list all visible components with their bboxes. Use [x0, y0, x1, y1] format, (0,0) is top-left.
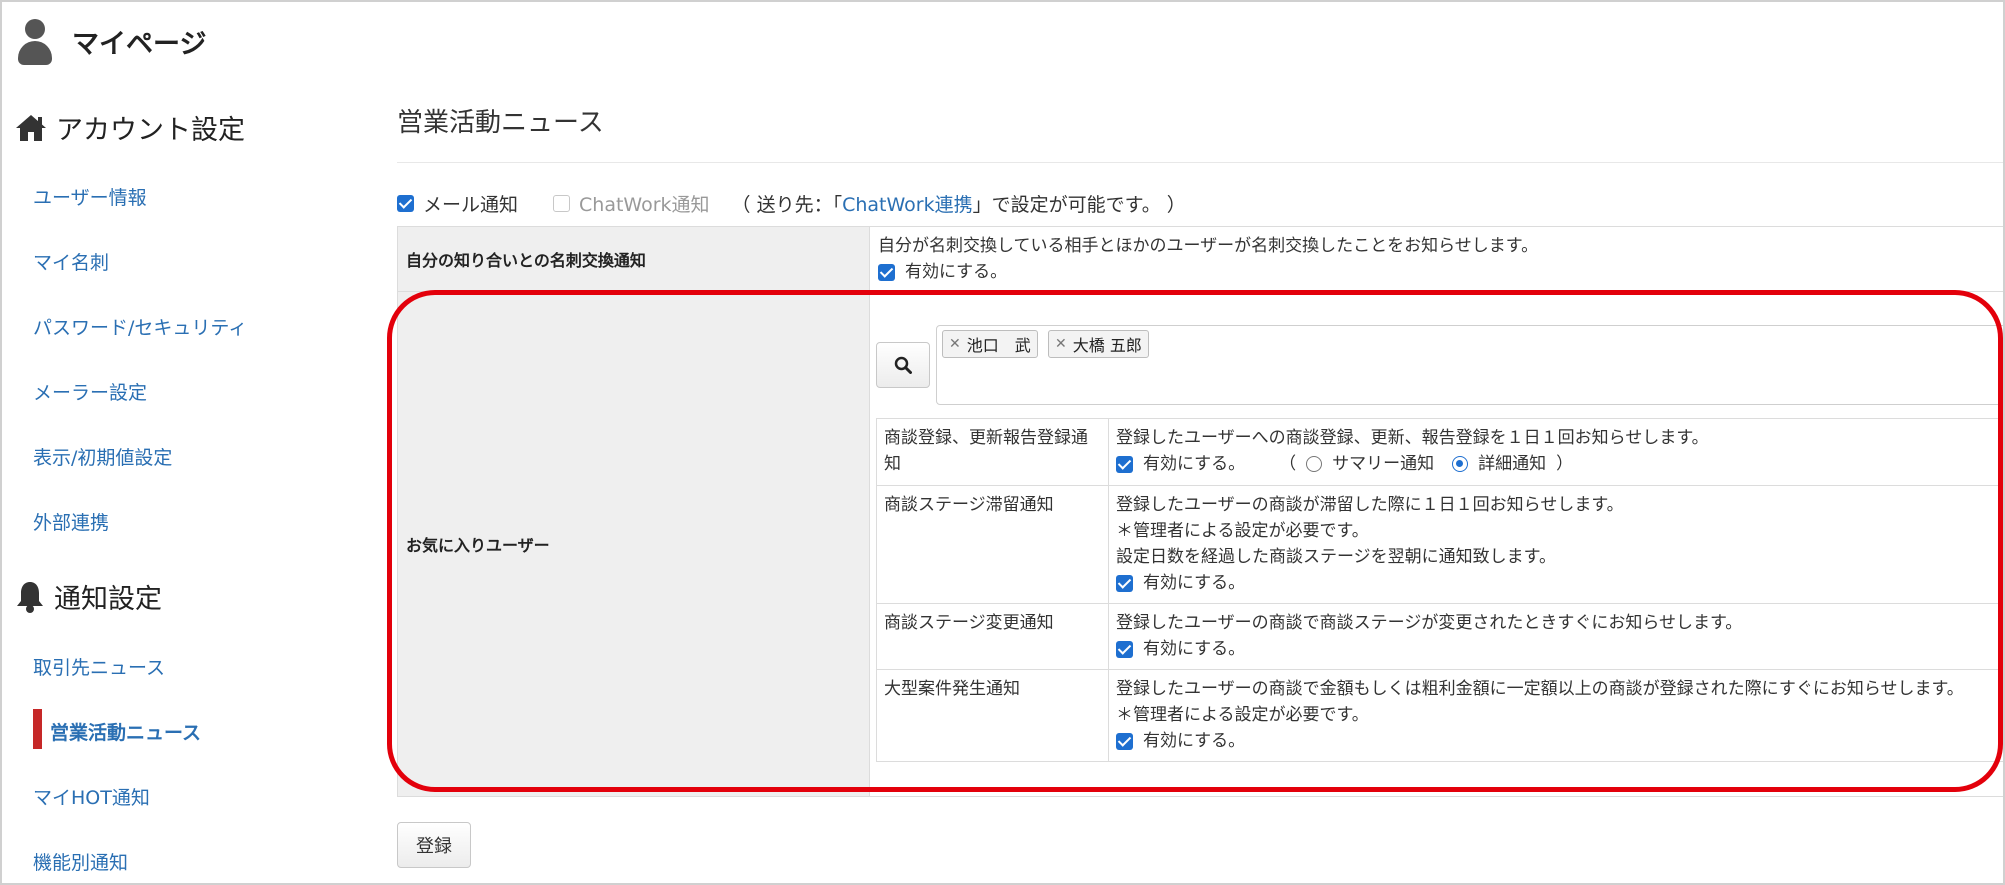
enable-checkbox[interactable]: [1116, 732, 1133, 750]
home-icon: [16, 114, 46, 141]
favorites-value: ✕ 池口 武 ✕ 大橋 五郎 商談登録、更新報告登録通知 登録したユーザーへの商…: [869, 291, 2003, 797]
remove-tag-icon[interactable]: ✕: [1055, 336, 1067, 352]
user-icon: [16, 17, 54, 65]
notify-detail: 登録したユーザーへの商談登録、更新、報告登録を１日１回お知らせします。 有効にす…: [1108, 418, 2003, 486]
card-exchange-value: 自分が名刺交換している相手とほかのユーザーが名刺交換したことをお知らせします。 …: [869, 226, 2003, 292]
account-settings-heading: アカウント設定: [14, 108, 245, 147]
active-indicator: [33, 709, 42, 749]
card-exchange-row: 自分の知り合いとの名刺交換通知 自分が名刺交換している相手とほかのユーザーが名刺…: [397, 226, 2003, 292]
chatwork-notify-label: ChatWork通知: [579, 194, 710, 216]
user-tag: ✕ 大橋 五郎: [1048, 330, 1149, 358]
notify-channel-row: メール通知 ChatWork通知 （ 送り先：「 ChatWork連携 」で設定…: [397, 190, 1186, 217]
remove-tag-icon[interactable]: ✕: [949, 336, 961, 352]
notify-detail: 登録したユーザーの商談が滞留した際に１日１回お知らせします。 ＊管理者による設定…: [1108, 485, 2003, 604]
chatwork-notify-checkbox[interactable]: [553, 195, 571, 212]
page-header: マイページ: [16, 16, 206, 66]
user-tag: ✕ 池口 武: [942, 330, 1038, 358]
detail-label: 詳細通知: [1478, 454, 1547, 474]
sidebar-item-display-defaults[interactable]: 表示/初期値設定: [33, 443, 172, 470]
sidebar-item-sales-news[interactable]: 営業活動ニュース: [50, 718, 201, 745]
chatwork-link[interactable]: ChatWork連携: [842, 190, 973, 217]
page-title: マイページ: [72, 28, 207, 60]
sidebar-item-my-card[interactable]: マイ名刺: [33, 248, 109, 275]
sidebar-item-mailer-settings[interactable]: メーラー設定: [33, 378, 147, 405]
notification-settings-heading: 通知設定: [14, 577, 162, 616]
notify-name: 大型案件発生通知: [876, 669, 1109, 762]
search-icon: [894, 356, 912, 374]
sidebar-item-user-info[interactable]: ユーザー情報: [33, 183, 147, 210]
enable-checkbox[interactable]: [1116, 640, 1133, 658]
notify-detail: 登録したユーザーの商談で金額もしくは粗利金額に一定額以上の商談が登録された際にす…: [1108, 669, 2003, 762]
table-row: 商談ステージ滞留通知 登録したユーザーの商談が滞留した際に１日１回お知らせします…: [876, 485, 2003, 604]
favorites-notify-table: 商談登録、更新報告登録通知 登録したユーザーへの商談登録、更新、報告登録を１日１…: [876, 418, 2003, 762]
notify-name: 商談ステージ滞留通知: [876, 485, 1109, 604]
sidebar-item-password-security[interactable]: パスワード/セキュリティ: [33, 313, 247, 340]
card-exchange-label: 自分の知り合いとの名刺交換通知: [397, 226, 870, 292]
mail-notify-label: メール通知: [423, 194, 519, 216]
selected-users-field[interactable]: ✕ 池口 武 ✕ 大橋 五郎: [936, 325, 2003, 405]
notify-name: 商談登録、更新報告登録通知: [876, 418, 1109, 486]
enable-checkbox[interactable]: [1116, 455, 1133, 473]
destination-prefix: （ 送り先：「: [731, 194, 843, 216]
table-row: 商談ステージ変更通知 登録したユーザーの商談で商談ステージが変更されたときすぐに…: [876, 603, 2003, 670]
favorites-label: お気に入りユーザー: [397, 291, 870, 797]
sidebar-item-my-hot[interactable]: マイHOT通知: [33, 783, 150, 810]
enable-checkbox[interactable]: [1116, 574, 1133, 592]
card-exchange-enable-row: 有効にする。: [878, 259, 1998, 285]
settings-table: 自分の知り合いとの名刺交換通知 自分が名刺交換している相手とほかのユーザーが名刺…: [397, 226, 2003, 797]
card-exchange-description: 自分が名刺交換している相手とほかのユーザーが名刺交換したことをお知らせします。: [878, 236, 1539, 256]
destination-suffix: 」で設定が可能です。 ）: [972, 194, 1186, 216]
detail-radio[interactable]: [1452, 456, 1469, 472]
summary-label: サマリー通知: [1332, 454, 1435, 474]
user-search-button[interactable]: [876, 342, 930, 388]
notify-detail: 登録したユーザーの商談で商談ステージが変更されたときすぐにお知らせします。 有効…: [1108, 603, 2003, 670]
sidebar-item-client-news[interactable]: 取引先ニュース: [33, 653, 165, 680]
summary-radio[interactable]: [1306, 456, 1323, 472]
notify-name: 商談ステージ変更通知: [876, 603, 1109, 670]
card-exchange-enable-checkbox[interactable]: [878, 263, 895, 281]
favorites-row: お気に入りユーザー ✕ 池口 武 ✕ 大橋 五郎 商談登録、更新報告登録通知 登…: [397, 291, 2003, 797]
page-frame: マイページ アカウント設定 ユーザー情報 マイ名刺 パスワード/セキュリティ メ…: [0, 0, 2005, 885]
divider: [397, 162, 2003, 163]
main-content: 営業活動ニュース メール通知 ChatWork通知 （ 送り先：「 ChatWo…: [397, 2, 2003, 883]
sidebar-item-feature-notify[interactable]: 機能別通知: [33, 848, 128, 875]
section-title: 営業活動ニュース: [397, 108, 604, 138]
table-row: 大型案件発生通知 登録したユーザーの商談で金額もしくは粗利金額に一定額以上の商談…: [876, 669, 2003, 762]
submit-button[interactable]: 登録: [397, 822, 471, 868]
table-row: 商談登録、更新報告登録通知 登録したユーザーへの商談登録、更新、報告登録を１日１…: [876, 418, 2003, 486]
bell-icon: [17, 581, 43, 613]
mail-notify-checkbox[interactable]: [397, 195, 414, 212]
sidebar-item-external-link[interactable]: 外部連携: [33, 508, 109, 535]
